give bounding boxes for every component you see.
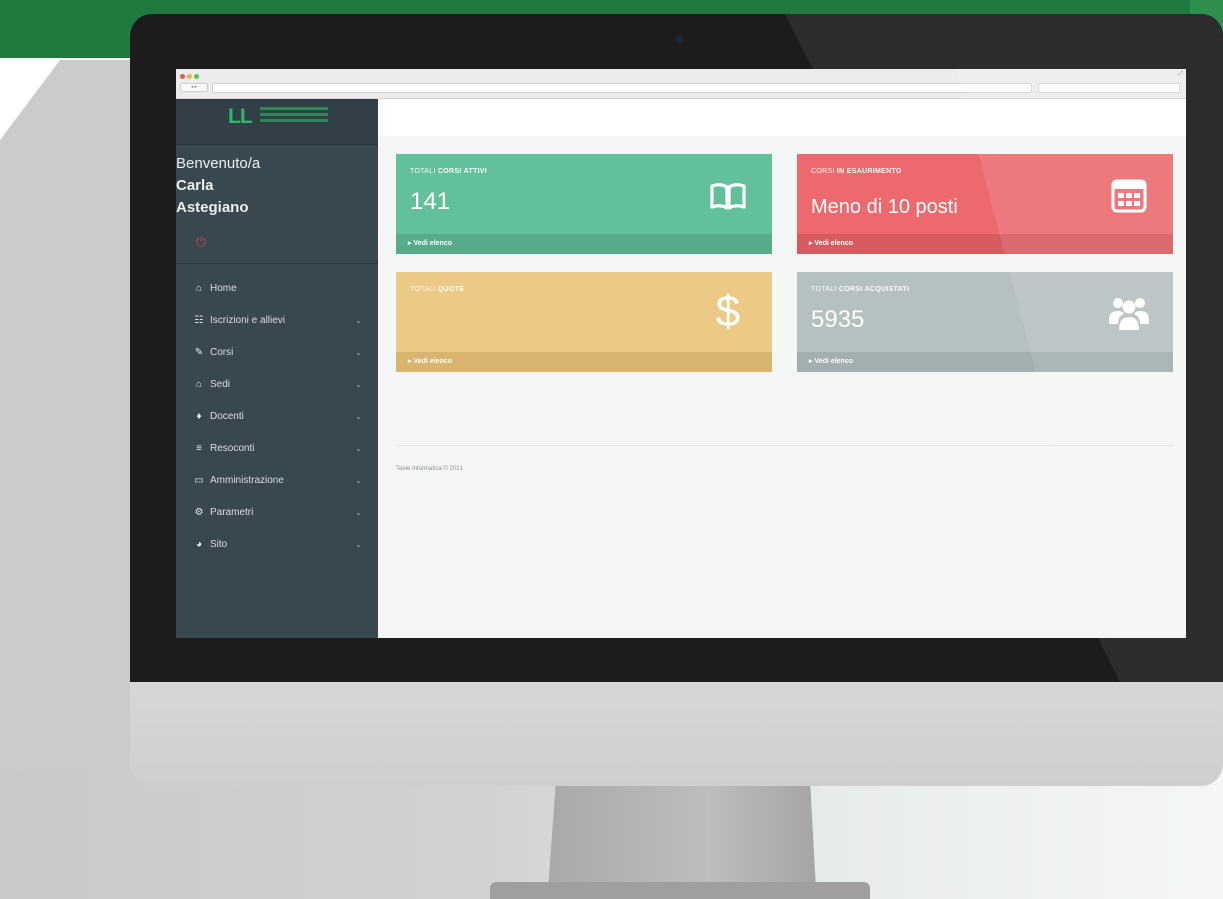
sidebar-item-label: Docenti — [210, 411, 244, 422]
monitor-screen: ◂ ▸ ⤢ LL Benvenuto/a Carla Astegiano ⏻ ⌂… — [176, 69, 1186, 638]
card-value: Meno di 10 posti — [811, 196, 958, 218]
user-last-name: Astegiano — [176, 199, 249, 216]
home-icon: ⌂ — [195, 283, 203, 294]
window-zoom-button[interactable] — [194, 74, 199, 79]
users-icon: ☷ — [194, 315, 204, 326]
sidebar-item-parametri[interactable]: ⚙ Parametri ⌄ — [176, 501, 378, 525]
window-minimize-button[interactable] — [187, 74, 192, 79]
logo-wordmark — [260, 107, 328, 127]
browser-toolbar: ◂ ▸ ⤢ — [176, 69, 1186, 99]
address-bar[interactable] — [212, 83, 1032, 93]
window-close-button[interactable] — [180, 74, 185, 79]
card-footer-link[interactable]: ▸ Vedi elenco — [797, 352, 1173, 372]
sidebar-item-label: Amministrazione — [210, 475, 284, 486]
sidebar-item-label: Home — [210, 283, 237, 294]
card-label: Totali corsi acquistati — [811, 286, 910, 293]
card-footer-link[interactable]: ▸ Vedi elenco — [396, 234, 772, 254]
sidebar-item-sito[interactable]: ◕ Sito ⌄ — [176, 533, 378, 557]
chevron-down-icon: ⌄ — [355, 476, 362, 485]
monitor-stand — [548, 780, 816, 890]
sidebar-item-label: Sito — [210, 539, 228, 550]
sidebar-item-amministrazione[interactable]: ▭ Amministrazione ⌄ — [176, 469, 378, 493]
chevron-down-icon: ⌄ — [355, 316, 362, 325]
sidebar-item-iscrizioni[interactable]: ☷ Iscrizioni e allievi ⌄ — [176, 309, 378, 333]
card-label: Totali quote — [410, 286, 465, 293]
user-icon: ♦ — [196, 411, 202, 422]
card-corsi-attivi: Totali corsi attivi 141 ▸ Vedi elenco — [396, 154, 772, 254]
camera-icon — [675, 34, 685, 44]
home-icon: ⌂ — [195, 379, 203, 390]
monitor-stand-base — [490, 882, 870, 899]
content-header — [378, 99, 1186, 136]
chevron-down-icon: ⌄ — [355, 540, 362, 549]
sidebar-item-docenti[interactable]: ♦ Docenti ⌄ — [176, 405, 378, 429]
chevron-down-icon: ⌄ — [355, 348, 362, 357]
chevron-down-icon: ⌄ — [355, 412, 362, 421]
browser-nav-buttons[interactable]: ◂ ▸ — [180, 83, 208, 92]
sidebar-item-home[interactable]: ⌂ Home — [176, 277, 378, 301]
sidebar-item-label: Resoconti — [210, 443, 255, 454]
card-label: Corsi in esaurimento — [811, 168, 902, 175]
sidebar: LL Benvenuto/a Carla Astegiano ⏻ ⌂ Home … — [176, 99, 378, 638]
logo: LL — [228, 105, 253, 128]
chevron-down-icon: ⌄ — [355, 444, 362, 453]
dollar-icon: $ — [715, 287, 741, 336]
user-first-name: Carla — [176, 177, 214, 194]
gear-icon: ⚙ — [194, 507, 204, 518]
fullscreen-icon[interactable]: ⤢ — [1178, 71, 1183, 78]
logo-area[interactable]: LL — [176, 99, 378, 145]
card-corsi-acquistati: Totali corsi acquistati 5935 ▸ Vedi elen… — [797, 272, 1173, 372]
book-icon — [706, 174, 750, 218]
footer-copyright: Teeie Informatica © 2021 — [396, 466, 463, 472]
sidebar-item-sedi[interactable]: ⌂ Sedi ⌄ — [176, 373, 378, 397]
sidebar-item-label: Sedi — [210, 379, 231, 390]
card-value: 5935 — [811, 306, 865, 333]
card-label: Totali corsi attivi — [410, 168, 488, 175]
chevron-down-icon: ⌄ — [355, 508, 362, 517]
list-icon: ≡ — [196, 443, 202, 454]
sidebar-item-resoconti[interactable]: ≡ Resoconti ⌄ — [176, 437, 378, 461]
sidebar-item-corsi[interactable]: ✎ Corsi ⌄ — [176, 341, 378, 365]
sidebar-item-label: Parametri — [210, 507, 254, 518]
card-corsi-in-esaurimento: Corsi in esaurimento Meno di 10 posti ▸ … — [797, 154, 1173, 254]
browser-search-field[interactable] — [1038, 83, 1180, 93]
card-value: 141 — [410, 188, 451, 215]
card-footer-link[interactable]: ▸ Vedi elenco — [396, 352, 772, 372]
monitor-icon: ▭ — [194, 475, 204, 486]
sidebar-divider — [176, 263, 378, 264]
sidebar-item-label: Iscrizioni e allievi — [210, 315, 286, 326]
power-icon[interactable]: ⏻ — [196, 235, 210, 249]
pencil-icon: ✎ — [194, 347, 204, 358]
card-quote: Totali quote $ ▸ Vedi elenco — [396, 272, 772, 372]
card-footer-link[interactable]: ▸ Vedi elenco — [797, 234, 1173, 254]
users-icon — [1107, 292, 1151, 336]
content-divider — [396, 445, 1173, 446]
monitor-chin — [130, 676, 1223, 786]
chevron-down-icon: ⌄ — [355, 380, 362, 389]
sidebar-item-label: Corsi — [210, 347, 234, 358]
calendar-icon — [1107, 174, 1151, 218]
globe-icon: ◕ — [195, 539, 203, 550]
